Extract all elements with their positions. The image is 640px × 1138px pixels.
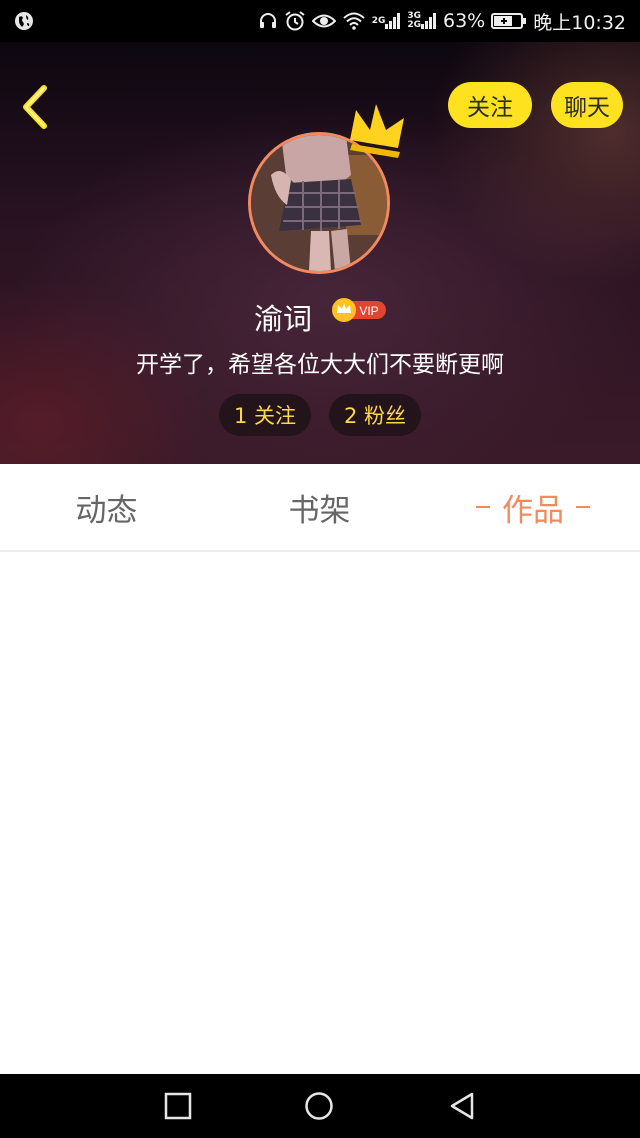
active-tab-indicator-right — [576, 506, 590, 508]
username: 渝词 — [254, 302, 313, 336]
tab-works-label: 作品 — [502, 492, 564, 529]
network-type-label: 2G — [371, 15, 386, 26]
battery-percent: 63% — [443, 10, 486, 32]
wifi-icon — [342, 11, 366, 31]
status-bar: 2G 3G 2G 63% 晚上10:32 — [0, 0, 640, 42]
back-button[interactable] — [16, 84, 56, 130]
fans-count[interactable]: 2 粉丝 — [329, 394, 421, 436]
home-icon[interactable] — [304, 1091, 334, 1121]
tab-works[interactable]: 作品 — [426, 464, 640, 550]
chat-button[interactable]: 聊天 — [551, 82, 623, 128]
alarm-icon — [284, 10, 306, 32]
system-nav-bar — [0, 1074, 640, 1138]
network-type-label: 2G — [407, 20, 421, 30]
chevron-left-icon — [23, 85, 47, 129]
eye-icon — [311, 12, 336, 30]
profile-bio: 开学了，希望各位大大们不要断更啊 — [136, 352, 504, 378]
back-icon[interactable] — [447, 1091, 477, 1121]
headset-icon — [258, 11, 278, 31]
recents-icon[interactable] — [163, 1091, 193, 1121]
crown-icon — [350, 104, 404, 158]
tab-bookshelf[interactable]: 书架 — [213, 464, 426, 550]
following-count[interactable]: 1 关注 — [219, 394, 311, 436]
vip-badge: VIP — [332, 298, 386, 322]
tab-activity[interactable]: 动态 — [0, 464, 213, 550]
globe-icon — [14, 11, 34, 31]
vip-label: VIP — [359, 304, 378, 318]
active-tab-indicator-left — [476, 506, 490, 508]
clock: 晚上10:32 — [533, 11, 626, 34]
battery-icon — [491, 12, 527, 30]
signal-icon: 2G — [372, 13, 402, 29]
profile-tabs: 动态 书架 作品 — [0, 464, 640, 552]
avatar-container[interactable] — [248, 104, 404, 274]
follow-button[interactable]: 关注 — [448, 82, 532, 128]
signal-icon: 3G 2G — [407, 12, 437, 30]
profile-header: 关注 聊天 渝词 VIP 开学了，希望各位大大们不要断更啊 1 关注 2 粉丝 — [0, 42, 640, 464]
works-content-area — [0, 552, 640, 1074]
